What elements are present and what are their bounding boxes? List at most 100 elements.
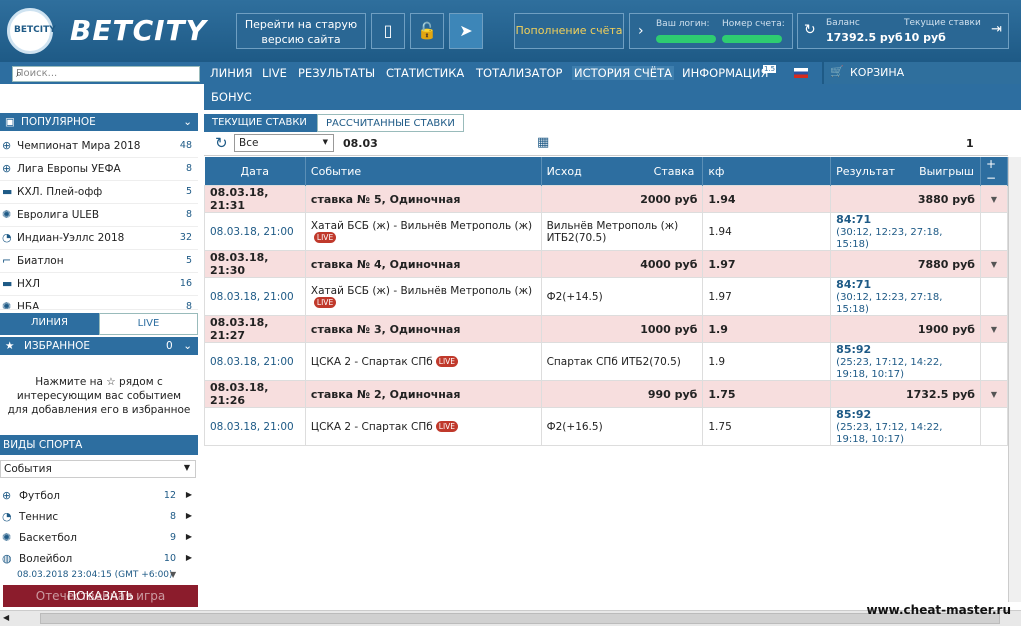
live-badge: LIVE [435, 355, 459, 367]
col-date[interactable]: Дата [204, 157, 306, 186]
search-input[interactable]: Поиск... ⌕ [12, 66, 200, 82]
popular-item[interactable]: ◔ Индиан-Уэллс 2018 32 [0, 227, 198, 250]
bet-coef: 1.97 [702, 250, 832, 278]
col-outcome-stake[interactable]: Исход Ставка [541, 157, 704, 186]
bet-summary-row[interactable]: 08.03.18, 21:31 ставка № 5, Одиночная 2000… [204, 185, 1009, 213]
cart-box[interactable]: 🛒 КОРЗИНА [822, 62, 1021, 84]
bet-win: 1732.5 руб [830, 380, 981, 408]
unlock-icon[interactable]: 🔓 [410, 13, 444, 49]
popular-item[interactable]: ⌐ Биатлон 5 [0, 250, 198, 273]
popular-item[interactable]: ⊕ Лига Европы УЕФА 8 [0, 158, 198, 181]
nav-history[interactable]: ИСТОРИЯ СЧЁТА [572, 66, 674, 80]
page-number[interactable]: 1 [966, 137, 974, 150]
chevron-down-icon[interactable]: ▼ [979, 315, 1009, 343]
bet-summary-row[interactable]: 08.03.18, 21:26 ставка № 2, Одиночная 990 … [204, 380, 1009, 408]
chevron-down-icon[interactable]: ▼ [979, 380, 1009, 408]
header: BETCITY BETCITY Перейти на старую версию… [0, 0, 1021, 62]
bet-date: 08.03.18, 21:26 [204, 380, 306, 408]
cart-icon: 🛒 [830, 65, 844, 78]
col-result-win[interactable]: Результат Выигрыш [830, 157, 981, 186]
event-result: 84:71 (30:12, 12:23, 27:18, 15:18) [830, 277, 981, 316]
vertical-scrollbar[interactable] [1008, 157, 1021, 602]
logo-ball-icon[interactable]: BETCITY [7, 8, 56, 54]
col-coef[interactable]: кф [702, 157, 832, 186]
refresh-icon[interactable]: ↻ [804, 22, 816, 38]
login-block[interactable]: › Ваш логин: Номер счета: [629, 13, 793, 49]
old-site-button[interactable]: Перейти на старую версию сайта [236, 13, 366, 49]
nav-bonus[interactable]: БОНУС [211, 90, 252, 104]
topup-button[interactable]: Пополнение счёта [514, 13, 624, 49]
dropdown-arrow-icon: ▼ [322, 138, 328, 146]
bets-table: Дата Событие Исход Ставка кф Результат Выи… [204, 157, 1009, 446]
bet-summary-row[interactable]: 08.03.18, 21:27 ставка № 3, Одиночная 1000… [204, 315, 1009, 343]
favorites-header[interactable]: ★ ИЗБРАННОЕ 0 ⌄ [0, 337, 198, 355]
sport-item[interactable]: ◍ Волейбол 10 ▶ [0, 548, 198, 571]
bet-coef: 1.75 [702, 380, 832, 408]
event-score: 85:92 [836, 408, 872, 421]
balance-block[interactable]: ↻ Баланс 17392.5 руб Текущие ставки 10 р… [797, 13, 1009, 49]
flag-ru-icon[interactable] [794, 68, 808, 78]
tennis-icon: ◔ [2, 231, 12, 244]
filter-select[interactable]: Все ▼ [234, 134, 334, 152]
logout-icon[interactable]: ⇥ [991, 22, 1002, 37]
popular-item[interactable]: ✺ Евролига ULEB 8 [0, 204, 198, 227]
nav-stats[interactable]: СТАТИСТИКА [386, 66, 464, 80]
event-cell: ЦСКА 2 - Спартак СПб LIVE [304, 407, 542, 446]
calendar-icon[interactable]: ▦ [537, 135, 549, 150]
event-periods: (30:12, 12:23, 27:18, 15:18) [836, 227, 943, 250]
popular-item[interactable]: ▬ КХЛ. Плей-офф 5 [0, 181, 198, 204]
event-cell: ЦСКА 2 - Спартак СПб LIVE [304, 342, 542, 381]
tab-current-bets[interactable]: ТЕКУЩИЕ СТАВКИ [204, 114, 317, 132]
puck-icon: ▬ [2, 277, 13, 290]
popular-item[interactable]: ▬ НХЛ 16 [0, 273, 198, 296]
popular-header[interactable]: ▣ ПОПУЛЯРНОЕ ⌄ [0, 113, 198, 131]
sport-item[interactable]: ✺ Баскетбол 9 ▶ [0, 527, 198, 550]
event-coef: 1.9 [702, 342, 832, 381]
popular-item[interactable]: ⊕ Чемпионат Мира 2018 48 [0, 135, 198, 158]
nav-info[interactable]: ИНФОРМАЦИЯ [682, 66, 768, 80]
chevron-down-icon[interactable]: ▼ [979, 185, 1009, 213]
sports-header: ВИДЫ СПОРТА [0, 435, 198, 455]
bet-detail-row: 08.03.18, 21:00 Хатай БСБ (ж) - Вильнёв М… [204, 277, 1009, 316]
show-button[interactable]: Отечественная игра ПОКАЗАТЬ [3, 585, 198, 607]
tab-line[interactable]: ЛИНИЯ [0, 313, 99, 335]
scroll-thumb[interactable] [40, 613, 1000, 624]
event-outcome: Ф2(+16.5) [540, 407, 704, 446]
nav-live[interactable]: LIVE [262, 66, 287, 80]
event-coef: 1.94 [702, 212, 832, 251]
tab-live[interactable]: LIVE [99, 313, 198, 335]
bet-title: ставка № 2, Одиночная [304, 380, 542, 408]
dropdown-arrow-icon: ▼ [183, 463, 190, 472]
chevron-down-icon[interactable]: ▼ [979, 250, 1009, 278]
sport-item[interactable]: ◔ Теннис 8 ▶ [0, 506, 198, 529]
bet-date: 08.03.18, 21:27 [204, 315, 306, 343]
event-coef: 1.97 [702, 277, 832, 316]
info-badge: 1.5 [763, 65, 777, 73]
bet-detail-row: 08.03.18, 21:00 ЦСКА 2 - Спартак СПб LIVE С… [204, 342, 1009, 381]
scroll-left-icon[interactable]: ◀ [3, 613, 9, 622]
search-icon[interactable]: ⌕ [16, 67, 197, 81]
tab-settled-bets[interactable]: РАССЧИТАННЫЕ СТАВКИ [317, 114, 464, 132]
popular-item[interactable]: ✺ НБА 8 [0, 296, 198, 310]
expand-all-icon[interactable]: + − [980, 157, 1009, 186]
sports-select[interactable]: События ▼ [0, 460, 196, 478]
arrow-right-icon: ▶ [185, 511, 192, 520]
bet-summary-row[interactable]: 08.03.18, 21:30 ставка № 4, Одиночная 4000… [204, 250, 1009, 278]
nav-totalizator[interactable]: ТОТАЛИЗАТОР [476, 66, 562, 80]
nav-line[interactable]: ЛИНИЯ [210, 66, 253, 80]
mobile-icon[interactable]: ▯ [371, 13, 405, 49]
live-badge: LIVE [313, 296, 337, 308]
logo[interactable]: BETCITY [70, 14, 207, 47]
bet-stake: 1000 руб [540, 315, 704, 343]
col-event[interactable]: Событие [305, 157, 542, 186]
refresh-icon[interactable]: ↻ [215, 134, 228, 152]
sport-item[interactable]: ⊕ Футбол 12 ▶ [0, 485, 198, 508]
telegram-icon[interactable]: ➤ [449, 13, 483, 49]
date-field[interactable]: 08.03 [343, 137, 378, 150]
arrow-right-icon: ▶ [185, 553, 192, 562]
event-outcome: Ф2(+14.5) [540, 277, 704, 316]
event-score: 84:71 [836, 278, 872, 291]
basketball-icon: ✺ [2, 300, 12, 310]
event-date: 08.03.18, 21:00 [204, 342, 306, 381]
nav-results[interactable]: РЕЗУЛЬТАТЫ [298, 66, 375, 80]
